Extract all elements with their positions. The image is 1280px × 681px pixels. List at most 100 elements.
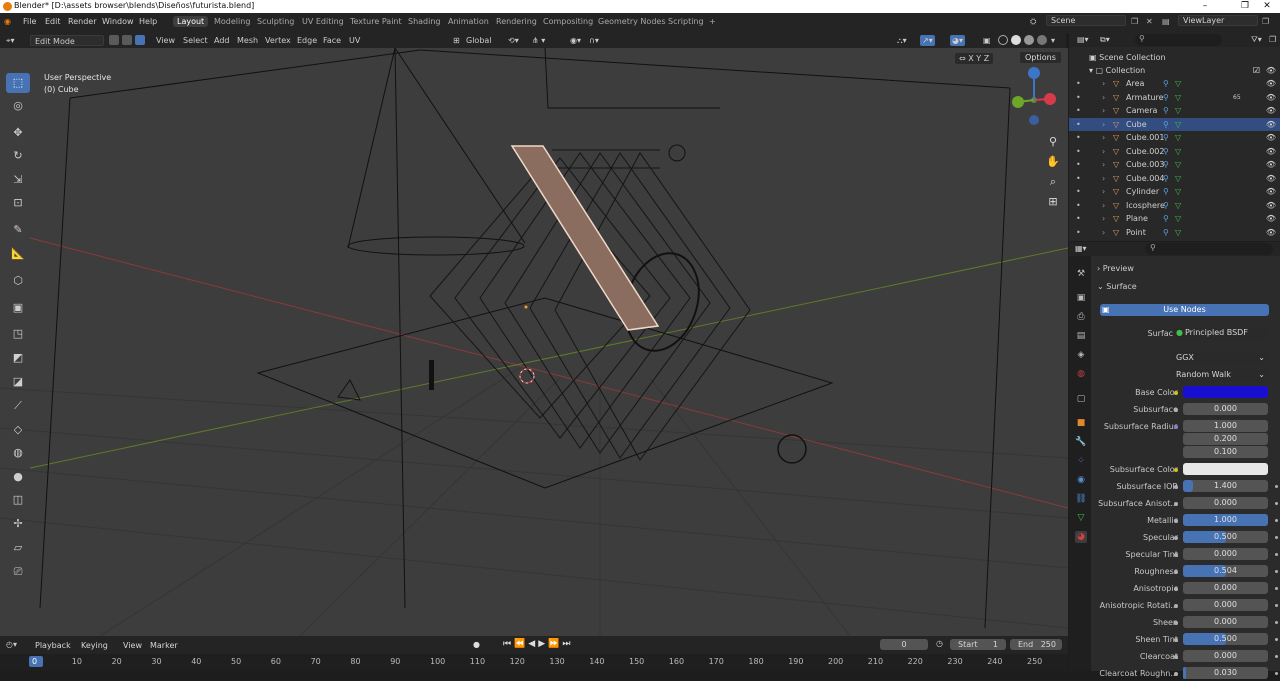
end-frame-field[interactable]: End 250 (1010, 639, 1062, 650)
render-tab-icon[interactable]: ▣ (1075, 292, 1087, 304)
options-button[interactable]: Options (1020, 52, 1061, 63)
world-tab-icon[interactable]: ◍ (1075, 368, 1087, 380)
expand-arrow-icon[interactable]: › (1102, 145, 1105, 158)
field-value-slider[interactable]: 1.000 (1183, 514, 1268, 526)
mode-selector[interactable]: Edit Mode (30, 35, 104, 46)
outliner-item-cylinder[interactable]: › ▽ Cylinder ⚲ ▽ • 👁 (1069, 185, 1280, 198)
expand-arrow-icon[interactable]: › (1102, 212, 1105, 225)
surface-panel-header[interactable]: ⌄ Surface (1097, 282, 1137, 291)
mirror-x[interactable]: X (968, 54, 973, 63)
field-value-slider[interactable]: 0.500 (1183, 633, 1268, 645)
subsurface-radius-x[interactable]: 1.000 (1183, 420, 1268, 432)
keyframe-dot-icon[interactable] (1275, 672, 1278, 675)
subsurface-radius-y[interactable]: 0.200 (1183, 433, 1268, 445)
expand-arrow-icon[interactable]: › (1102, 131, 1105, 144)
add-workspace-button[interactable]: + (709, 17, 716, 26)
collection-checkbox[interactable]: ☑ (1253, 64, 1260, 77)
visibility-dot-icon[interactable]: • (1076, 212, 1081, 225)
visibility-dot-icon[interactable]: • (1076, 145, 1081, 158)
cursor-tool-icon[interactable]: ◎ (6, 96, 30, 116)
material-preview-icon[interactable] (1024, 35, 1034, 45)
falloff-icon[interactable]: ∩▾ (589, 35, 599, 46)
extrude-tool-icon[interactable]: ▣ (6, 298, 30, 318)
mirror-z[interactable]: Z (984, 54, 989, 63)
expand-arrow-icon[interactable]: › (1102, 185, 1105, 198)
subsurface-field[interactable]: 0.000 (1183, 403, 1268, 415)
overlays-icon[interactable]: ◕▾ (950, 35, 965, 46)
socket-icon[interactable] (1174, 587, 1178, 591)
surface-shader-selector[interactable]: ● Principled BSDF (1173, 327, 1268, 339)
close-icon[interactable]: ✕ (1252, 0, 1280, 13)
select-box-tool-icon[interactable]: ⬚ (6, 73, 30, 93)
spin-tool-icon[interactable]: ◍ (6, 443, 30, 463)
shading-options-icon[interactable]: ▾ (1051, 35, 1055, 46)
socket-icon[interactable] (1174, 604, 1178, 608)
eye-icon[interactable]: 👁 (1266, 158, 1276, 171)
outliner-editor-icon[interactable]: ▤▾ (1077, 35, 1089, 44)
edge-slide-tool-icon[interactable]: ◫ (6, 490, 30, 510)
expand-arrow-icon[interactable]: › (1102, 172, 1105, 185)
preview-panel-header[interactable]: › Preview (1097, 264, 1134, 273)
eye-icon[interactable]: 👁 (1266, 185, 1276, 198)
gizmo-neg-z[interactable] (1029, 115, 1039, 125)
tab-layout[interactable]: Layout (173, 16, 209, 27)
timeline-menu-marker[interactable]: Marker (150, 641, 178, 650)
loop-cut-tool-icon[interactable]: ◪ (6, 372, 30, 392)
visibility-dot-icon[interactable]: • (1076, 104, 1081, 117)
outliner-item-camera[interactable]: › ▽ Camera ⚲ ▽ • 👁 (1069, 104, 1280, 117)
display-mode-icon[interactable]: ⧉▾ (1100, 35, 1110, 45)
keyframe-dot-icon[interactable] (1275, 587, 1278, 590)
menu-help[interactable]: Help (139, 17, 157, 26)
shear-tool-icon[interactable]: ▱ (6, 538, 30, 558)
outliner-item-cube-002[interactable]: › ▽ Cube.002 ⚲ ▽ • 👁 (1069, 145, 1280, 158)
blender-menu-icon[interactable]: ◉ (4, 17, 11, 26)
transform-tool-icon[interactable]: ⊡ (6, 193, 30, 213)
distribution-dropdown[interactable]: GGX ⌄ (1172, 352, 1268, 364)
pan-hand-icon[interactable]: ✋ (1046, 152, 1060, 172)
mirror-y[interactable]: Y (976, 54, 981, 63)
collection-visibility-icon[interactable]: 👁 (1266, 64, 1276, 77)
outliner-item-cube[interactable]: › ▽ Cube ⚲ ▽ • 👁 (1069, 117, 1280, 131)
eye-icon[interactable]: 👁 (1266, 131, 1276, 144)
tab-geometry-nodes[interactable]: Geometry Nodes (598, 17, 665, 26)
timeline-menu-keying[interactable]: Keying (81, 641, 108, 650)
playback-controls[interactable]: ⏮⏪◀▶⏩⏭ (503, 639, 573, 649)
new-scene-icon[interactable]: ❐ (1131, 17, 1138, 26)
keyframe-dot-icon[interactable] (1275, 519, 1278, 522)
vp-menu-select[interactable]: Select (183, 35, 208, 46)
field-value-slider[interactable]: 0.000 (1183, 497, 1268, 509)
socket-icon[interactable] (1174, 655, 1178, 659)
tab-scripting[interactable]: Scripting (668, 17, 704, 26)
new-collection-icon[interactable]: ❐ (1269, 35, 1276, 44)
socket-icon[interactable] (1174, 536, 1178, 540)
keyframe-dot-icon[interactable] (1275, 638, 1278, 641)
field-value-slider[interactable]: 0.000 (1183, 548, 1268, 560)
outliner-item-plane[interactable]: › ▽ Plane ⚲ ▽ • 👁 (1069, 212, 1280, 225)
visibility-dot-icon[interactable]: • (1076, 172, 1081, 185)
view-layer-selector[interactable]: ViewLayer (1178, 15, 1258, 26)
socket-icon[interactable] (1174, 621, 1178, 625)
editor-type-icon[interactable]: ⌖▾ (6, 35, 15, 46)
eye-icon[interactable]: 👁 (1266, 145, 1276, 158)
tab-modeling[interactable]: Modeling (214, 17, 250, 26)
subsurface-radius-z[interactable]: 0.100 (1183, 446, 1268, 458)
camera-view-icon[interactable]: ⌕ (1046, 172, 1060, 192)
keyframe-dot-icon[interactable] (1275, 502, 1278, 505)
knife-tool-icon[interactable]: ⟋ (6, 396, 30, 416)
xray-icon[interactable]: ▣ (983, 35, 991, 46)
visibility-dot-icon[interactable]: • (1076, 199, 1081, 212)
keyframe-dot-icon[interactable] (1275, 553, 1278, 556)
record-icon[interactable]: ● (473, 640, 480, 649)
tab-shading[interactable]: Shading (408, 17, 441, 26)
properties-editor-icon[interactable]: ▦▾ (1075, 244, 1087, 253)
socket-icon[interactable] (1174, 408, 1178, 412)
socket-icon[interactable] (1174, 425, 1178, 429)
pivot-point-icon[interactable]: ⟲▾ (508, 35, 519, 46)
edge-select-icon[interactable] (122, 35, 132, 45)
eye-icon[interactable]: 👁 (1266, 212, 1276, 225)
tab-sculpting[interactable]: Sculpting (257, 17, 294, 26)
poly-build-tool-icon[interactable]: ◇ (6, 420, 30, 440)
annotate-tool-icon[interactable]: ✎ (6, 220, 30, 240)
visibility-dot-icon[interactable]: • (1076, 158, 1081, 171)
eye-icon[interactable]: 👁 (1266, 199, 1276, 212)
